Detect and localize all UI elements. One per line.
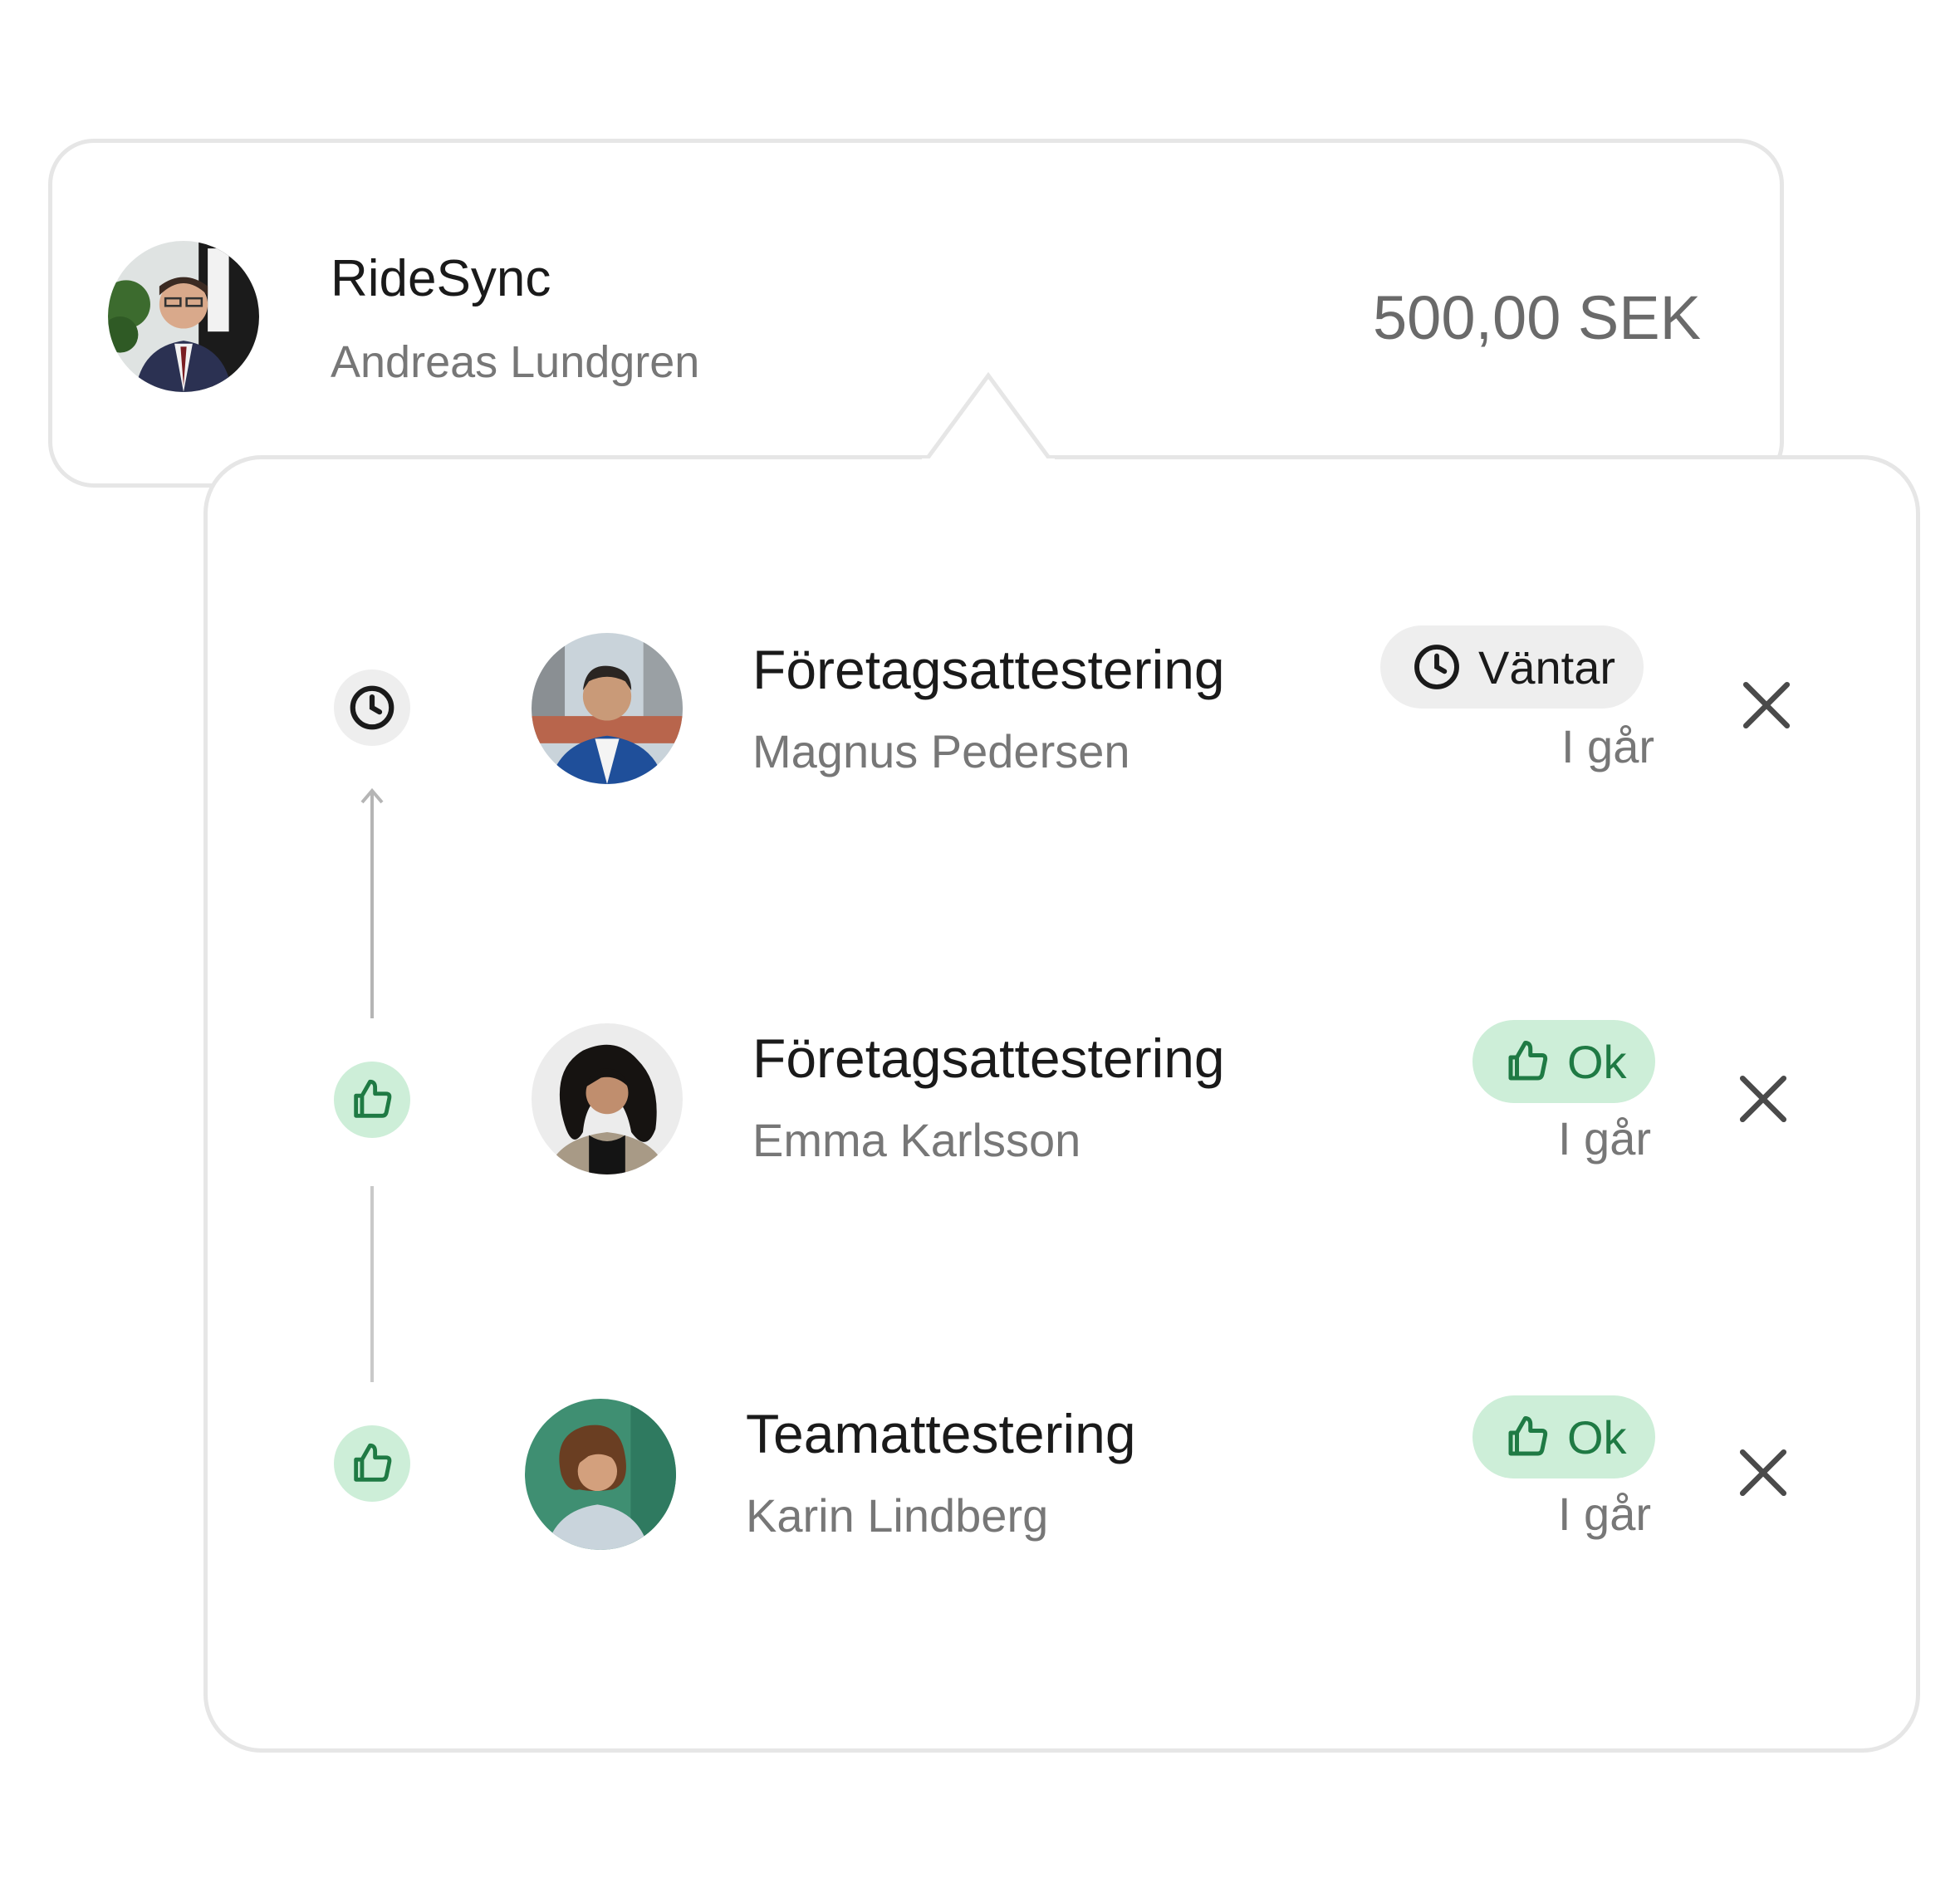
status-label: Ok (1567, 1035, 1627, 1088)
card-pointer (922, 372, 1055, 463)
approval-title: Företagsattestering (752, 1027, 1225, 1089)
thumbs-up-icon (1508, 1041, 1548, 1081)
approver-name: Magnus Pedersen (752, 725, 1130, 777)
timestamp: I går (1561, 720, 1654, 772)
timestamp: I går (1557, 1112, 1651, 1165)
clock-icon (1414, 645, 1459, 689)
approval-title: Teamattestering (746, 1403, 1136, 1464)
remove-button[interactable] (1729, 668, 1804, 743)
approver-avatar (532, 1023, 683, 1174)
merchant-avatar (108, 241, 259, 392)
thumbs-up-icon (354, 1079, 392, 1118)
status-badge-ok: Ok (1472, 1020, 1655, 1103)
status-label: Ok (1567, 1410, 1627, 1464)
status-label: Väntar (1478, 640, 1615, 694)
status-badge-ok: Ok (1472, 1395, 1655, 1478)
approver-name: Emma Karlsson (752, 1114, 1081, 1166)
approval-title: Företagsattestering (752, 639, 1225, 700)
approved-step-icon (334, 1062, 410, 1138)
approver-name: Karin Lindberg (746, 1489, 1049, 1542)
thumbs-up-icon (1508, 1416, 1548, 1456)
merchant-name: RideSync (331, 250, 551, 307)
close-icon (1739, 1075, 1787, 1123)
timestamp: I går (1557, 1488, 1651, 1540)
approver-avatar (532, 633, 683, 784)
close-icon (1739, 1449, 1787, 1497)
merchant-person: Andreas Lundgren (331, 337, 700, 387)
thumbs-up-icon (354, 1443, 392, 1482)
close-icon (1742, 681, 1791, 729)
amount: 500,00 SEK (1373, 283, 1701, 352)
remove-button[interactable] (1726, 1435, 1801, 1510)
status-badge-pending: Väntar (1380, 625, 1644, 709)
pending-step-icon (334, 669, 410, 746)
timeline-line (370, 1186, 374, 1382)
arrow-up-icon (360, 787, 384, 1018)
approved-step-icon (334, 1425, 410, 1502)
approver-avatar (525, 1399, 676, 1550)
remove-button[interactable] (1726, 1062, 1801, 1136)
clock-icon (350, 685, 394, 730)
